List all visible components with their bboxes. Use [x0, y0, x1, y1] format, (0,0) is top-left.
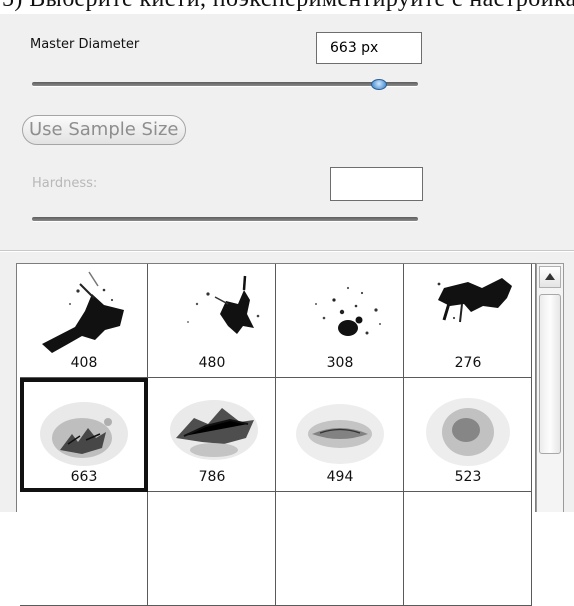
brush-preset-cell[interactable] — [276, 492, 404, 606]
brush-preset-cell[interactable] — [20, 492, 148, 606]
brush-preset-grid: 408 480 308 276 663 786 494 523 — [16, 263, 536, 606]
brush-preset-cell[interactable] — [404, 492, 532, 606]
brush-size-label: 308 — [326, 355, 354, 371]
brush-size-label: 494 — [326, 469, 354, 485]
arrow-up-icon — [545, 273, 555, 280]
hardness-slider[interactable] — [32, 217, 418, 221]
brush-preset-480[interactable]: 480 — [148, 264, 276, 378]
brush-preset-663[interactable]: 663 — [20, 378, 148, 492]
cropped-header-text: 5) Выберите кисти, поэкспериментируйте с… — [0, 0, 574, 14]
brush-preset-494[interactable]: 494 — [276, 378, 404, 492]
master-diameter-slider[interactable] — [32, 82, 418, 86]
brush-size-label: 663 — [70, 469, 98, 485]
scroll-up-button[interactable] — [539, 266, 561, 288]
brush-preset-786[interactable]: 786 — [148, 378, 276, 492]
brush-size-label: 480 — [198, 355, 226, 371]
brush-size-label: 786 — [198, 469, 226, 485]
cropped-header-line: 5) Выберите кисти, поэкспериментируйте с… — [2, 0, 574, 13]
brush-preset-408[interactable]: 408 — [20, 264, 148, 378]
section-divider — [0, 250, 574, 251]
brush-size-label: 276 — [454, 355, 482, 371]
scrollbar-thumb[interactable] — [539, 294, 561, 454]
brush-size-label: 523 — [454, 469, 482, 485]
brush-preset-276[interactable]: 276 — [404, 264, 532, 378]
hardness-input[interactable] — [330, 167, 423, 201]
brush-size-label: 408 — [70, 355, 98, 371]
master-diameter-slider-thumb[interactable] — [371, 79, 388, 90]
master-diameter-input[interactable]: 663 px — [316, 32, 422, 64]
brush-preset-523[interactable]: 523 — [404, 378, 532, 492]
master-diameter-label: Master Diameter — [30, 37, 140, 52]
brush-preset-308[interactable]: 308 — [276, 264, 404, 378]
brush-grid-scrollbar[interactable] — [536, 263, 564, 512]
use-sample-size-button[interactable]: Use Sample Size — [22, 115, 186, 145]
brush-preset-cell[interactable] — [148, 492, 276, 606]
hardness-label: Hardness: — [32, 176, 98, 191]
